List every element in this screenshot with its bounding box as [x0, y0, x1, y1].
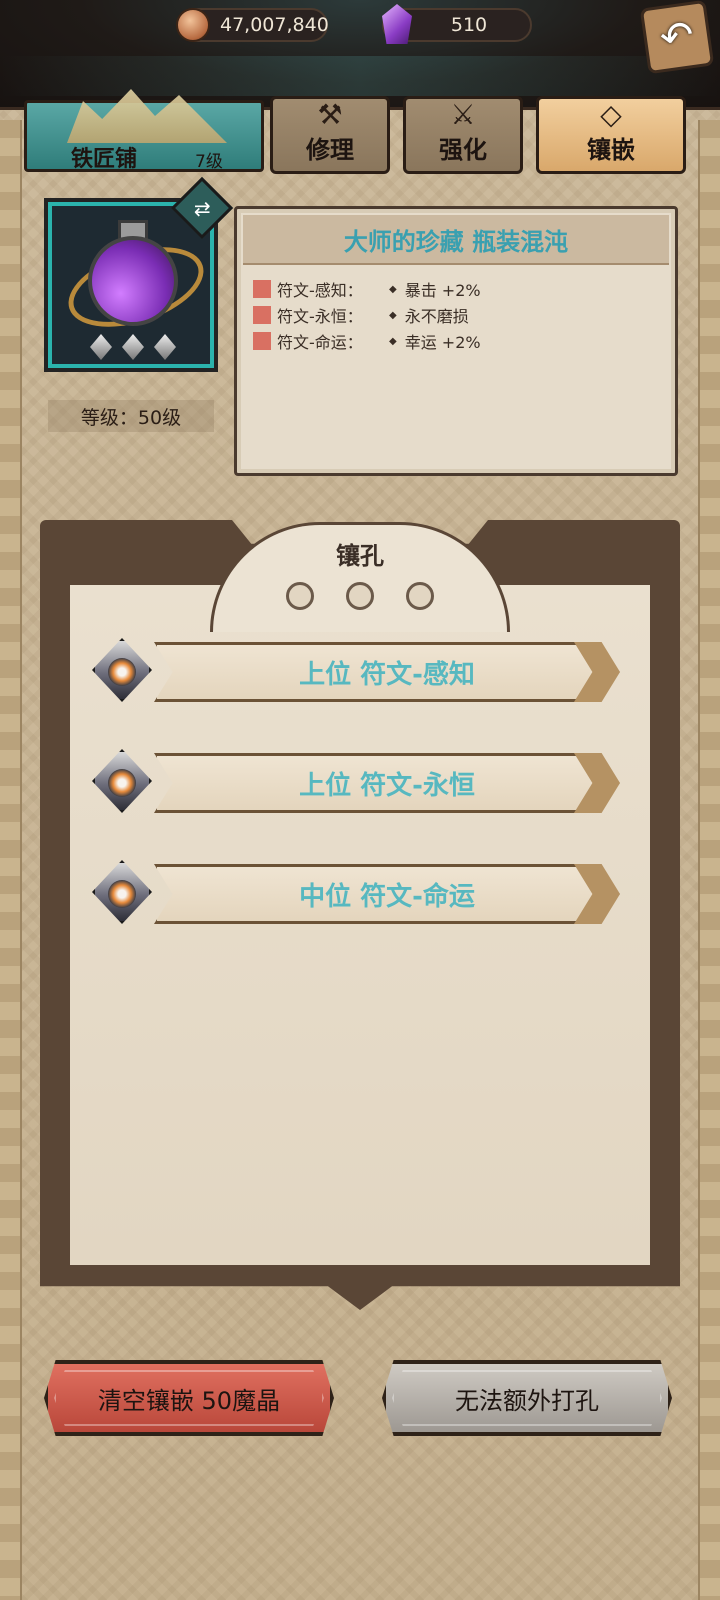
item-level: 等级：50级 — [48, 400, 214, 432]
item-description-panel: 大师的珍藏 瓶装混沌 符文-感知： ◆ 暴击 +2% 符文-永恒： ◆ 永不磨损… — [234, 206, 678, 476]
tab-repair[interactable]: ⚒ 修理 — [270, 96, 390, 174]
rune-label: 上位 符文-永恒 — [299, 770, 475, 801]
no-extra-socket-button[interactable]: 无法额外打孔 — [382, 1360, 672, 1436]
back-button[interactable]: ↶ — [639, 0, 715, 75]
rune-bar[interactable]: 中位 符文-命运 — [154, 864, 620, 924]
attribute-rune: 符文-永恒： — [277, 307, 363, 326]
bullet-icon: ◆ — [389, 335, 397, 347]
coin-icon — [176, 8, 210, 42]
rune-gem-core — [108, 880, 136, 908]
rune-bar[interactable]: 上位 符文-感知 — [154, 642, 620, 702]
back-arrow-icon: ↶ — [657, 11, 697, 63]
attribute-rune: 符文-命运： — [277, 333, 363, 352]
sword-wings-icon: ⚔ — [450, 98, 476, 131]
rune-gem-icon — [84, 741, 164, 821]
rune-bar[interactable]: 上位 符文-永恒 — [154, 753, 620, 813]
gem-counter: 510 — [382, 4, 532, 44]
item-name: 大师的珍藏 瓶装混沌 — [343, 227, 569, 256]
vine-decoration — [0, 56, 720, 96]
rune-slot-row[interactable]: 上位 符文-永恒 — [84, 741, 624, 821]
rune-gem-core — [108, 658, 136, 686]
left-border-decoration — [0, 120, 22, 1600]
swap-icon: ⇄ — [193, 195, 211, 220]
mini-socket-icon — [122, 334, 144, 360]
clear-inlay-button[interactable]: 清空镶嵌 50魔晶 — [44, 1360, 334, 1436]
attribute-effect: 幸运 +2% — [404, 333, 481, 352]
rune-label: 上位 符文-感知 — [299, 659, 475, 690]
tab-inlay-label: 镶嵌 — [587, 136, 635, 164]
button-border — [392, 1370, 662, 1426]
attribute-marker — [253, 332, 271, 350]
shop-name: 铁匠铺 — [71, 147, 138, 172]
attribute-row: 符文-永恒： ◆ 永不磨损 — [253, 303, 469, 327]
gem-amount: 510 — [450, 14, 488, 36]
mini-socket-icon — [90, 334, 112, 360]
mini-socket-icon — [154, 334, 176, 360]
attribute-effect: 永不磨损 — [404, 307, 469, 326]
attribute-rune: 符文-感知： — [277, 281, 363, 300]
chaos-bottle-icon — [88, 236, 178, 326]
bullet-icon: ◆ — [389, 283, 397, 295]
attribute-marker — [253, 280, 271, 298]
top-bar: 47,007,840 510 ↶ — [0, 0, 720, 110]
tab-enhance-label: 强化 — [439, 136, 487, 164]
attribute-effect: 暴击 +2% — [404, 281, 481, 300]
rune-label: 中位 符文-命运 — [299, 881, 475, 912]
attribute-marker — [253, 306, 271, 324]
button-border — [54, 1370, 324, 1426]
rune-slot-row[interactable]: 中位 符文-命运 — [84, 852, 624, 932]
attribute-row: 符文-感知： ◆ 暴击 +2% — [253, 277, 481, 301]
gold-counter: 47,007,840 — [176, 8, 329, 42]
rune-gem-core — [108, 769, 136, 797]
gem-inlay-icon: ◇ — [600, 98, 622, 131]
tab-enhance[interactable]: ⚔ 强化 — [403, 96, 523, 174]
flame-emblem-icon — [286, 582, 314, 610]
attribute-row: 符文-命运： ◆ 幸运 +2% — [253, 329, 481, 353]
flame-emblem-icon — [406, 582, 434, 610]
shop-header: 铁匠铺 7级 — [24, 89, 264, 172]
bullet-icon: ◆ — [389, 309, 397, 321]
gold-amount: 47,007,840 — [220, 14, 329, 36]
rune-slot-row[interactable]: 上位 符文-感知 — [84, 630, 624, 710]
item-title-bar: 大师的珍藏 瓶装混沌 — [243, 215, 669, 265]
rune-gem-icon — [84, 630, 164, 710]
flame-emblem-icon — [346, 582, 374, 610]
shop-level: 7级 — [195, 152, 223, 172]
tab-repair-label: 修理 — [306, 136, 354, 164]
socket-title: 镶孔 — [336, 542, 384, 570]
right-border-decoration — [698, 120, 720, 1600]
rune-gem-icon — [84, 852, 164, 932]
hammer-icon: ⚒ — [317, 98, 343, 131]
purple-gem-icon — [382, 4, 412, 44]
tab-inlay[interactable]: ◇ 镶嵌 — [536, 96, 686, 174]
